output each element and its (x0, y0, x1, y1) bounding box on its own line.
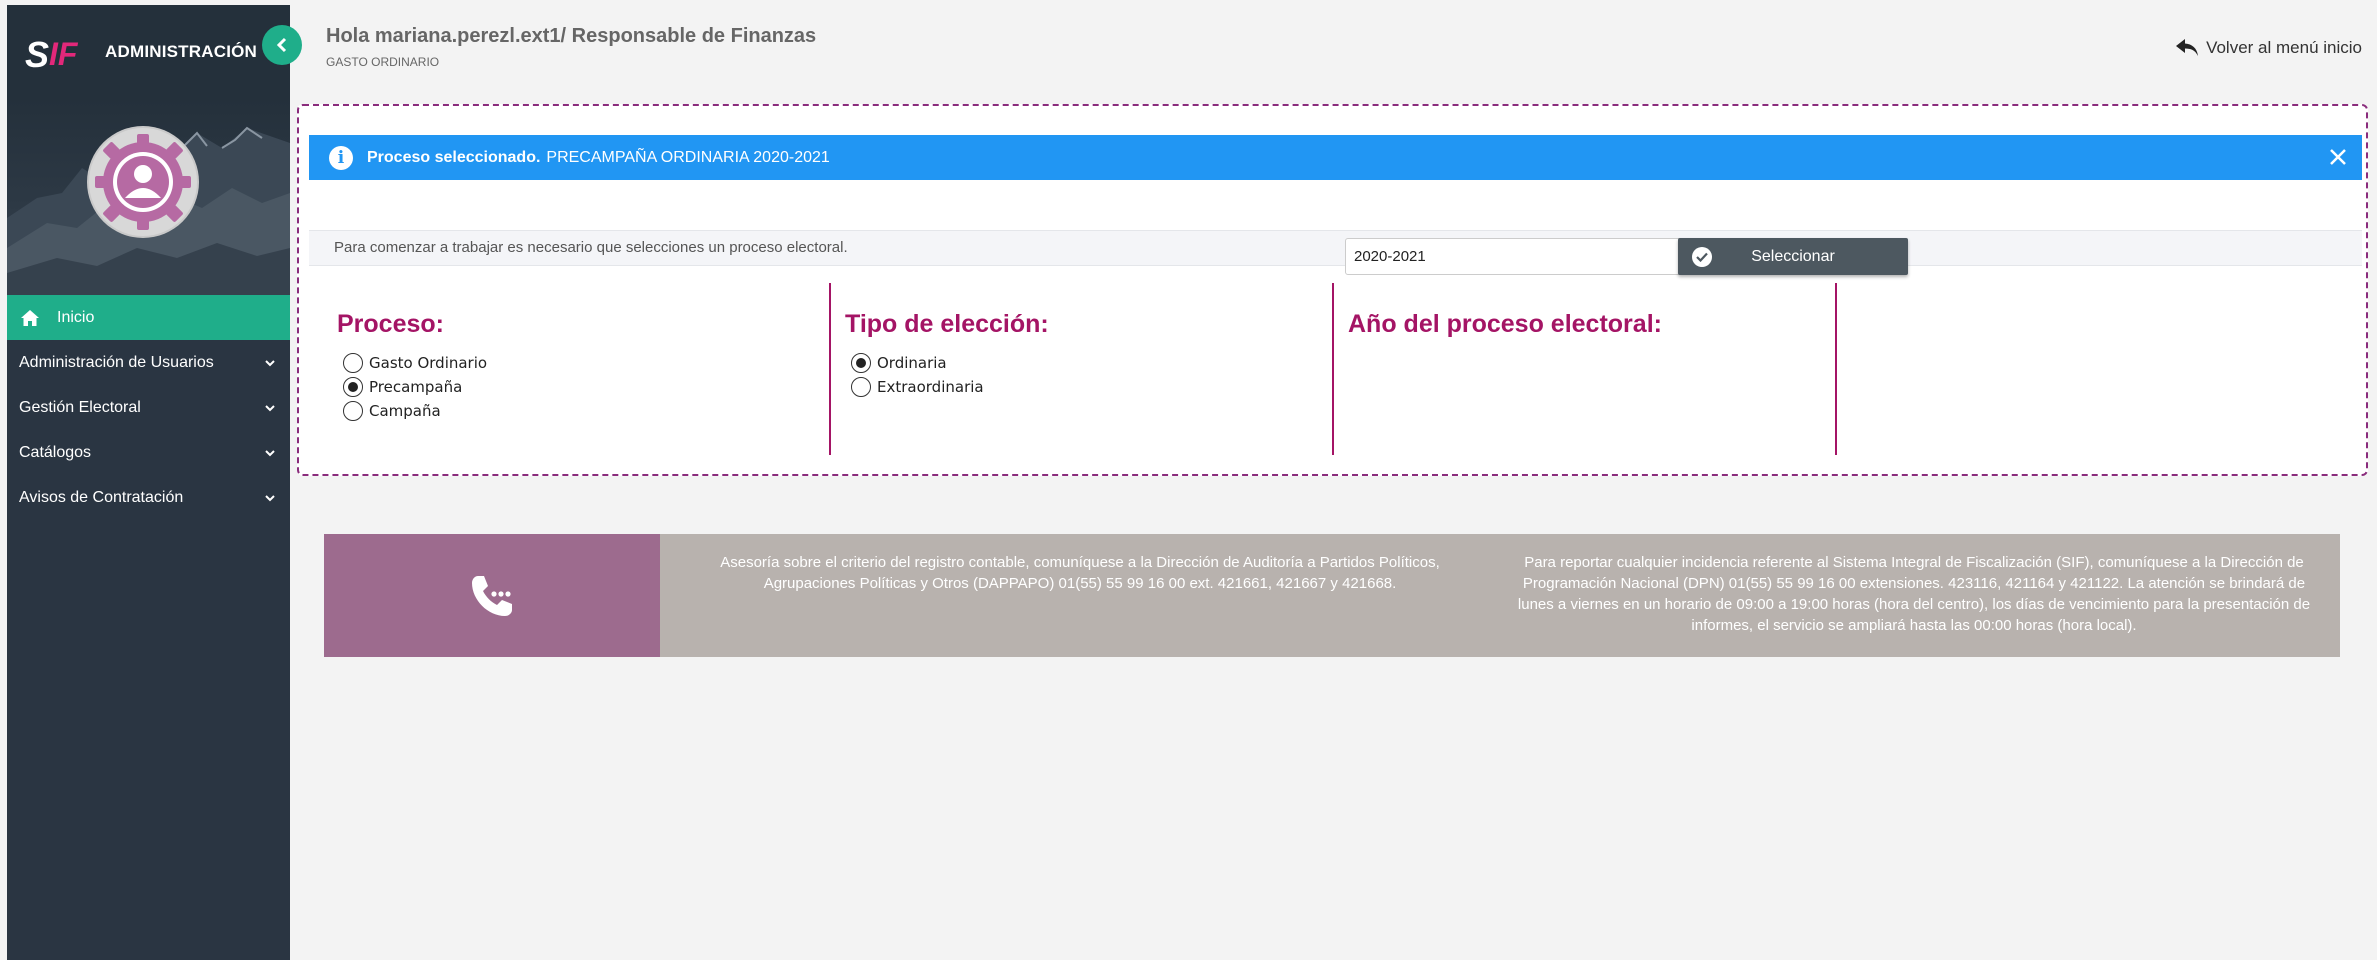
sif-logo: S IF (25, 32, 85, 75)
chevron-down-icon (265, 449, 275, 456)
close-icon[interactable] (2326, 145, 2350, 169)
sidebar-item-gestion-electoral[interactable]: Gestión Electoral (7, 385, 290, 430)
tipo-eleccion-title: Tipo de elección: (845, 310, 1049, 338)
sidebar-item-label: Catálogos (19, 443, 92, 461)
home-icon (21, 309, 39, 326)
logo-if: IF (49, 35, 78, 72)
sidebar-item-avisos-contratacion[interactable]: Avisos de Contratación (7, 475, 290, 520)
radio-button[interactable] (343, 377, 363, 397)
selected-process-alert: i Proceso seleccionado. PRECAMPAÑA ORDIN… (309, 135, 2362, 180)
phone-icon (472, 575, 512, 616)
sidebar-collapse-button[interactable] (262, 25, 302, 65)
footer-text-auditoria: Asesoría sobre el criterio del registro … (720, 554, 1440, 592)
phone-box (324, 534, 660, 657)
chevron-down-icon (265, 359, 275, 366)
anio-select-value: 2020-2021 (1354, 248, 1426, 265)
column-divider (829, 283, 831, 455)
anio-proceso-title: Año del proceso electoral: (1348, 310, 1662, 338)
sidebar-menu: Inicio Administración de Usuarios Gestió… (7, 295, 290, 520)
column-divider (1332, 283, 1334, 455)
footer-text-incidencias: Para reportar cualquier incidencia refer… (1517, 554, 2311, 634)
radio-label: Precampaña (369, 378, 463, 396)
sidebar-item-administracion-usuarios[interactable]: Administración de Usuarios (7, 340, 290, 385)
chevron-left-icon (276, 37, 287, 53)
chevron-down-icon (265, 404, 275, 411)
radio-button[interactable] (851, 377, 871, 397)
profile-banner (7, 98, 290, 295)
seleccionar-label: Seleccionar (1751, 247, 1835, 265)
radio-button[interactable] (851, 353, 871, 373)
chevron-down-icon (265, 494, 275, 501)
avatar[interactable] (87, 126, 199, 238)
brand-header: S IF ADMINISTRACIÓN (7, 5, 290, 98)
page-header: Hola mariana.perezl.ext1/ Responsable de… (290, 5, 2377, 98)
sidebar-item-inicio[interactable]: Inicio (7, 295, 290, 340)
radio-campana[interactable]: Campaña (343, 401, 441, 421)
column-divider (1835, 283, 1837, 455)
back-label: Volver al menú inicio (2206, 38, 2362, 57)
radio-gasto-ordinario[interactable]: Gasto Ordinario (343, 353, 487, 373)
check-icon (1692, 246, 1712, 267)
reply-arrow-icon (2176, 39, 2199, 56)
radio-label: Ordinaria (877, 354, 947, 372)
contact-footer: Asesoría sobre el criterio del registro … (324, 534, 2340, 657)
info-icon: i (329, 145, 353, 170)
back-to-menu-link[interactable]: Volver al menú inicio (2176, 38, 2362, 58)
greeting: Hola mariana.perezl.ext1/ Responsable de… (326, 25, 817, 47)
alert-text: PRECAMPAÑA ORDINARIA 2020-2021 (546, 148, 830, 166)
radio-button[interactable] (343, 401, 363, 421)
radio-button[interactable] (343, 353, 363, 373)
page-subtitle: GASTO ORDINARIO (326, 55, 440, 69)
instructions-text: Para comenzar a trabajar es necesario qu… (309, 230, 2362, 266)
gear-user-icon (89, 128, 197, 236)
sidebar-item-label: Avisos de Contratación (19, 488, 184, 506)
sidebar-item-label: Administración de Usuarios (19, 353, 214, 371)
seleccionar-button[interactable]: Seleccionar (1678, 238, 1908, 275)
radio-label: Gasto Ordinario (369, 354, 488, 372)
sidebar-item-label: Gestión Electoral (19, 398, 141, 416)
radio-ordinaria[interactable]: Ordinaria (851, 353, 947, 373)
radio-extraordinaria[interactable]: Extraordinaria (851, 377, 984, 397)
sidebar-item-label: Inicio (57, 308, 95, 326)
sidebar-item-catalogos[interactable]: Catálogos (7, 430, 290, 475)
radio-label: Extraordinaria (877, 378, 984, 396)
proceso-title: Proceso: (337, 310, 444, 338)
process-selection-panel: i Proceso seleccionado. PRECAMPAÑA ORDIN… (297, 104, 2368, 476)
logo-s: S (25, 33, 49, 75)
radio-precampana[interactable]: Precampaña (343, 377, 462, 397)
radio-label: Campaña (369, 402, 441, 420)
sidebar: S IF ADMINISTRACIÓN Inicio Administració… (7, 5, 290, 960)
alert-bold-text: Proceso seleccionado. (367, 148, 541, 166)
brand-title: ADMINISTRACIÓN (105, 41, 258, 61)
